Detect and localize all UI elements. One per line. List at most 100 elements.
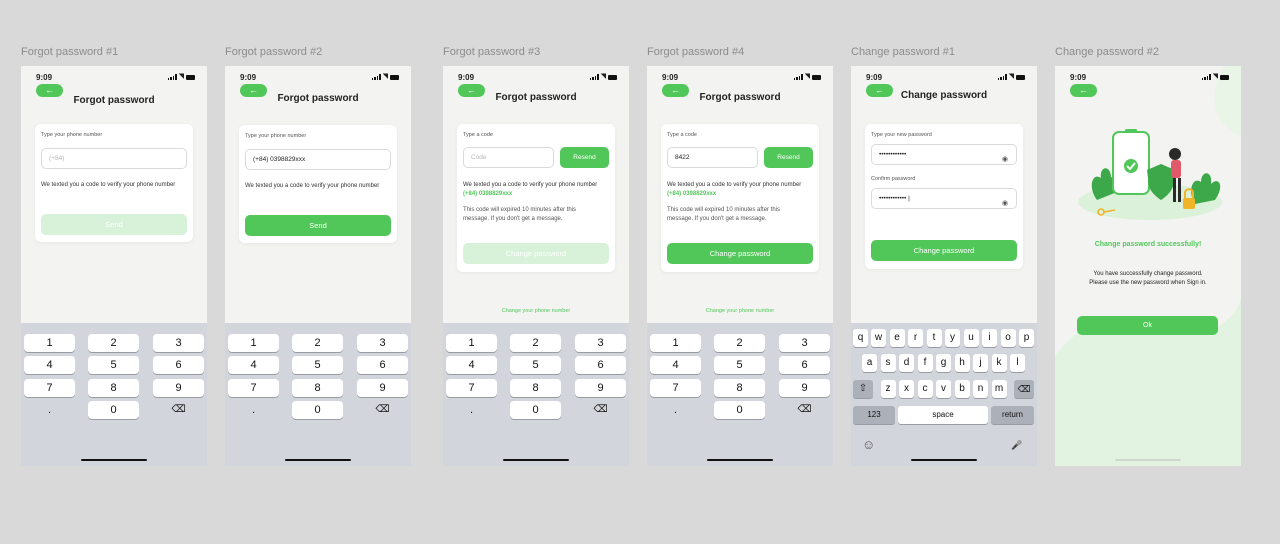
key-3[interactable]: 3 [357,334,408,352]
key-0[interactable]: 0 [714,401,765,419]
resend-button[interactable]: Resend [560,147,609,168]
key-8[interactable]: 8 [714,379,765,397]
delete-key-icon[interactable]: ⌫ [357,401,408,419]
code-input[interactable]: Code [463,147,554,168]
key-d[interactable]: d [899,354,914,372]
phone-input[interactable]: (+84) 0398829xxx [245,149,391,170]
key-9[interactable]: 9 [153,379,204,397]
key-c[interactable]: c [917,380,933,398]
ok-button[interactable]: Ok [1077,316,1218,335]
key-dot[interactable]: . [650,401,701,419]
key-4[interactable]: 4 [650,356,701,374]
key-7[interactable]: 7 [228,379,279,397]
key-dot[interactable]: . [228,401,279,419]
key-a[interactable]: a [862,354,877,372]
key-8[interactable]: 8 [292,379,343,397]
space-key[interactable]: space [898,406,988,424]
key-5[interactable]: 5 [88,356,139,374]
change-password-button[interactable]: Change password [871,240,1017,261]
delete-key-icon[interactable]: ⌫ [575,401,626,419]
key-t[interactable]: t [926,329,942,347]
key-1[interactable]: 1 [24,334,75,352]
key-s[interactable]: s [880,354,896,372]
eye-icon[interactable]: ◉ [1002,150,1008,169]
key-8[interactable]: 8 [510,379,561,397]
key-4[interactable]: 4 [24,356,75,374]
key-2[interactable]: 2 [292,334,343,352]
key-2[interactable]: 2 [88,334,139,352]
key-p[interactable]: p [1019,329,1034,347]
key-g[interactable]: g [936,354,951,372]
key-4[interactable]: 4 [228,356,279,374]
key-q[interactable]: q [853,329,868,347]
key-7[interactable]: 7 [24,379,75,397]
eye-icon[interactable]: ◉ [1002,194,1008,213]
key-5[interactable]: 5 [510,356,561,374]
delete-key-icon[interactable]: ⌫ [779,401,830,419]
key-6[interactable]: 6 [153,356,204,374]
key-1[interactable]: 1 [228,334,279,352]
key-x[interactable]: x [899,380,914,398]
key-b[interactable]: b [954,380,970,398]
key-k[interactable]: k [991,354,1007,372]
shift-key-icon[interactable]: ⇧ [853,380,873,398]
key-3[interactable]: 3 [575,334,626,352]
return-key[interactable]: return [991,406,1034,424]
key-9[interactable]: 9 [575,379,626,397]
key-j[interactable]: j [973,354,988,372]
key-h[interactable]: h [954,354,970,372]
key-e[interactable]: e [889,329,905,347]
key-2[interactable]: 2 [714,334,765,352]
key-0[interactable]: 0 [292,401,343,419]
delete-key-icon[interactable]: ⌫ [153,401,204,419]
key-9[interactable]: 9 [357,379,408,397]
key-y[interactable]: y [945,329,960,347]
key-u[interactable]: u [963,329,979,347]
change-phone-link[interactable]: Change your phone number [443,308,629,314]
key-6[interactable]: 6 [779,356,830,374]
key-v[interactable]: v [936,380,951,398]
key-r[interactable]: r [908,329,923,347]
key-o[interactable]: o [1000,329,1016,347]
key-6[interactable]: 6 [575,356,626,374]
key-2[interactable]: 2 [510,334,561,352]
key-7[interactable]: 7 [446,379,497,397]
key-1[interactable]: 1 [650,334,701,352]
key-8[interactable]: 8 [88,379,139,397]
code-input[interactable]: 8422 [667,147,758,168]
confirm-password-input[interactable]: •••••••••••• | ◉ [871,188,1017,209]
change-phone-link[interactable]: Change your phone number [647,308,833,314]
change-password-button[interactable]: Change password [667,243,813,264]
key-5[interactable]: 5 [714,356,765,374]
key-0[interactable]: 0 [88,401,139,419]
send-button[interactable]: Send [245,215,391,236]
key-6[interactable]: 6 [357,356,408,374]
key-1[interactable]: 1 [446,334,497,352]
change-password-button[interactable]: Change password [463,243,609,264]
key-0[interactable]: 0 [510,401,561,419]
send-button[interactable]: Send [41,214,187,235]
key-z[interactable]: z [880,380,896,398]
backspace-key-icon[interactable]: ⌫ [1014,380,1034,398]
back-button[interactable]: ← [1070,84,1097,97]
key-f[interactable]: f [917,354,933,372]
key-5[interactable]: 5 [292,356,343,374]
key-l[interactable]: l [1010,354,1025,372]
key-m[interactable]: m [991,380,1007,398]
new-password-input[interactable]: •••••••••••• ◉ [871,144,1017,165]
key-4[interactable]: 4 [446,356,497,374]
emoji-icon[interactable]: ☺ [862,437,875,452]
key-7[interactable]: 7 [650,379,701,397]
key-dot[interactable]: . [446,401,497,419]
resend-button[interactable]: Resend [764,147,813,168]
microphone-icon[interactable]: 🎤 [1011,440,1022,451]
key-dot[interactable]: . [24,401,75,419]
key-w[interactable]: w [871,329,886,347]
key-n[interactable]: n [973,380,988,398]
key-i[interactable]: i [982,329,997,347]
numbers-key[interactable]: 123 [853,406,895,424]
key-3[interactable]: 3 [779,334,830,352]
phone-input[interactable]: (+84) [41,148,187,169]
key-3[interactable]: 3 [153,334,204,352]
key-9[interactable]: 9 [779,379,830,397]
